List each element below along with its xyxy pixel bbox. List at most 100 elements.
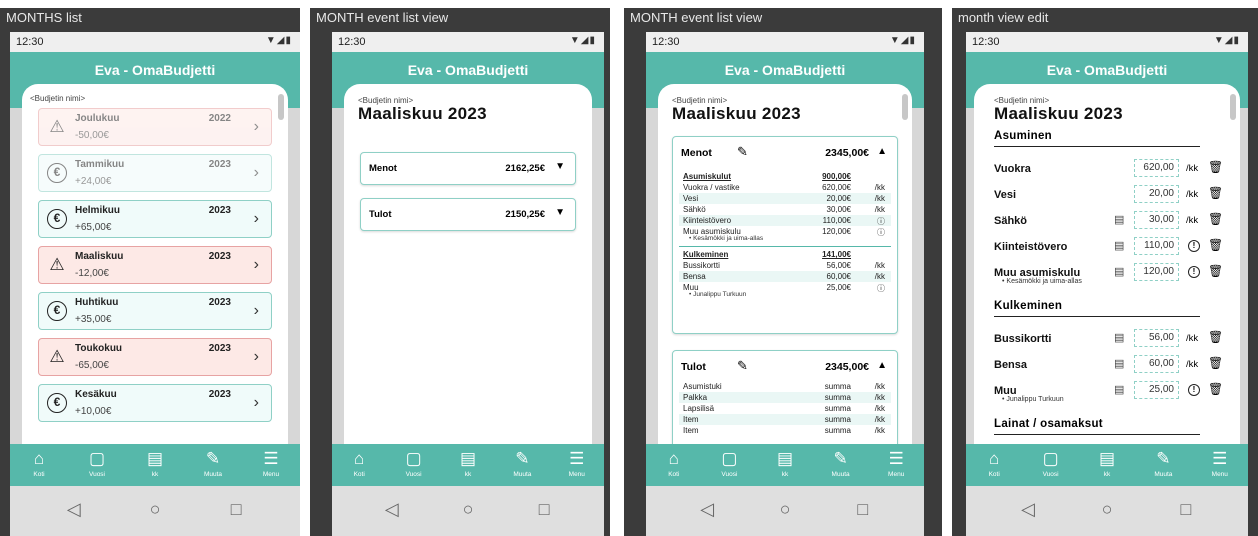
- month-card[interactable]: € Kesäkuu +10,00€ 2023 ›: [38, 384, 272, 422]
- home-circle-icon[interactable]: ○: [140, 499, 170, 520]
- recents-icon[interactable]: □: [1171, 499, 1201, 520]
- month-amount: +24,00€: [75, 176, 112, 187]
- trash-icon[interactable]: 🗑: [1208, 330, 1223, 344]
- calendar-icon[interactable]: ▤: [1114, 239, 1124, 252]
- trash-icon[interactable]: 🗑: [1208, 212, 1223, 226]
- chevron-right-icon[interactable]: ›: [254, 210, 259, 228]
- month-card[interactable]: € Tammikuu +24,00€ 2023 ›: [38, 154, 272, 192]
- row-value: summa: [824, 393, 851, 402]
- trash-icon[interactable]: 🗑: [1208, 186, 1223, 200]
- amount-input[interactable]: 620,00: [1134, 159, 1179, 177]
- tab-koti[interactable]: ⌂ Koti: [14, 444, 64, 486]
- amount-input[interactable]: 56,00: [1134, 329, 1179, 347]
- amount-input[interactable]: 20,00: [1134, 185, 1179, 203]
- tab-vuosi[interactable]: ▢ Vuosi: [1026, 444, 1076, 486]
- tab-menu[interactable]: ☰ Menu: [246, 444, 296, 486]
- tab-kk[interactable]: ▤ kk: [443, 444, 493, 486]
- chevron-right-icon[interactable]: ›: [254, 164, 259, 182]
- month-card[interactable]: ⚠ Joulukuu -50,00€ 2022 ›: [38, 108, 272, 146]
- back-icon[interactable]: ◁: [377, 499, 407, 520]
- row-label: Vuokra: [994, 163, 1031, 175]
- chevron-down-icon[interactable]: ▼: [555, 161, 565, 172]
- recents-icon[interactable]: □: [848, 499, 878, 520]
- chevron-right-icon[interactable]: ›: [254, 302, 259, 320]
- month-year: 2023: [208, 343, 231, 354]
- amount-input[interactable]: 30,00: [1134, 211, 1179, 229]
- scrollbar[interactable]: [1230, 94, 1236, 120]
- tab-muuta[interactable]: ✎ Muuta: [1138, 444, 1188, 486]
- tab-koti[interactable]: ⌂ Koti: [969, 444, 1019, 486]
- scrollbar[interactable]: [902, 94, 908, 120]
- back-icon[interactable]: ◁: [1013, 499, 1043, 520]
- tab-muuta[interactable]: ✎ Muuta: [816, 444, 866, 486]
- trash-icon[interactable]: 🗑: [1208, 264, 1223, 278]
- back-icon[interactable]: ◁: [692, 499, 722, 520]
- tab-label: Koti: [353, 471, 365, 478]
- chevron-right-icon[interactable]: ›: [254, 118, 259, 136]
- tab-label: Muuta: [1154, 471, 1173, 478]
- tab-label: Menu: [888, 471, 905, 478]
- month-card[interactable]: ⚠ Toukokuu -65,00€ 2023 ›: [38, 338, 272, 376]
- alert-icon[interactable]: !: [1188, 384, 1200, 396]
- tab-menu[interactable]: ☰ Menu: [1195, 444, 1245, 486]
- alert-icon[interactable]: ⓘ: [877, 227, 885, 238]
- menot-section[interactable]: Menot 2162,25€ ▼: [360, 152, 576, 185]
- tab-label: Vuosi: [405, 471, 422, 478]
- tulot-expanded: Tulot ✎ 2345,00€ ▲ Asumistuki summa/kk Pal…: [672, 350, 898, 458]
- alert-icon[interactable]: !: [1188, 266, 1200, 278]
- month-card[interactable]: ⚠ Maaliskuu -12,00€ 2023 ›: [38, 246, 272, 284]
- amount-input[interactable]: 120,00: [1134, 263, 1179, 281]
- trash-icon[interactable]: 🗑: [1208, 382, 1223, 396]
- content-card: <Budjetin nimi> ⚠ Joulukuu -50,00€ 2022 › € Ta…: [22, 84, 288, 458]
- status-icons: ▼◢▮: [569, 35, 596, 46]
- table-row: Item summa/kk: [679, 414, 891, 425]
- chevron-up-icon[interactable]: ▲: [877, 360, 887, 371]
- trash-icon[interactable]: 🗑: [1208, 160, 1223, 174]
- edit-icon[interactable]: ✎: [737, 358, 748, 374]
- calendar-icon[interactable]: ▤: [1114, 383, 1124, 396]
- recents-icon[interactable]: □: [529, 499, 559, 520]
- back-icon[interactable]: ◁: [59, 499, 89, 520]
- tab-koti[interactable]: ⌂ Koti: [649, 444, 699, 486]
- home-circle-icon[interactable]: ○: [770, 499, 800, 520]
- warning-icon: ⚠: [49, 347, 65, 366]
- tab-vuosi[interactable]: ▢ Vuosi: [704, 444, 754, 486]
- chevron-right-icon[interactable]: ›: [254, 348, 259, 366]
- tab-koti[interactable]: ⌂ Koti: [334, 444, 384, 486]
- tab-vuosi[interactable]: ▢ Vuosi: [389, 444, 439, 486]
- table-row: Kiinteistövero 110,00€ ⓘ: [679, 215, 891, 226]
- recents-icon[interactable]: □: [221, 499, 251, 520]
- trash-icon[interactable]: 🗑: [1208, 356, 1223, 370]
- amount-input[interactable]: 25,00: [1134, 381, 1179, 399]
- chevron-down-icon[interactable]: ▼: [555, 207, 565, 218]
- edit-row: Vuokra 620,00/kk 🗑: [994, 158, 1223, 180]
- alert-icon[interactable]: !: [1188, 240, 1200, 252]
- chevron-right-icon[interactable]: ›: [254, 256, 259, 274]
- month-card[interactable]: € Helmikuu +65,00€ 2023 ›: [38, 200, 272, 238]
- calendar-icon[interactable]: ▤: [1114, 357, 1124, 370]
- tab-kk[interactable]: ▤ kk: [760, 444, 810, 486]
- calendar-icon[interactable]: ▤: [1114, 265, 1124, 278]
- amount-input[interactable]: 110,00: [1134, 237, 1179, 255]
- alert-icon[interactable]: ⓘ: [877, 283, 885, 294]
- tab-muuta[interactable]: ✎ Muuta: [188, 444, 238, 486]
- tab-muuta[interactable]: ✎ Muuta: [497, 444, 547, 486]
- calendar-icon[interactable]: ▤: [1114, 331, 1124, 344]
- home-circle-icon[interactable]: ○: [1092, 499, 1122, 520]
- chevron-up-icon[interactable]: ▲: [877, 146, 887, 157]
- home-circle-icon[interactable]: ○: [453, 499, 483, 520]
- trash-icon[interactable]: 🗑: [1208, 238, 1223, 252]
- warning-icon: ⚠: [49, 255, 65, 274]
- edit-icon[interactable]: ✎: [737, 144, 748, 160]
- tab-kk[interactable]: ▤ kk: [1082, 444, 1132, 486]
- tab-menu[interactable]: ☰ Menu: [552, 444, 602, 486]
- chevron-right-icon[interactable]: ›: [254, 394, 259, 412]
- calendar-icon[interactable]: ▤: [1114, 213, 1124, 226]
- scrollbar[interactable]: [278, 94, 284, 120]
- tulot-section[interactable]: Tulot 2150,25€ ▼: [360, 198, 576, 231]
- tab-kk[interactable]: ▤ kk: [130, 444, 180, 486]
- month-card[interactable]: € Huhtikuu +35,00€ 2023 ›: [38, 292, 272, 330]
- tab-vuosi[interactable]: ▢ Vuosi: [72, 444, 122, 486]
- amount-input[interactable]: 60,00: [1134, 355, 1179, 373]
- tab-menu[interactable]: ☰ Menu: [871, 444, 921, 486]
